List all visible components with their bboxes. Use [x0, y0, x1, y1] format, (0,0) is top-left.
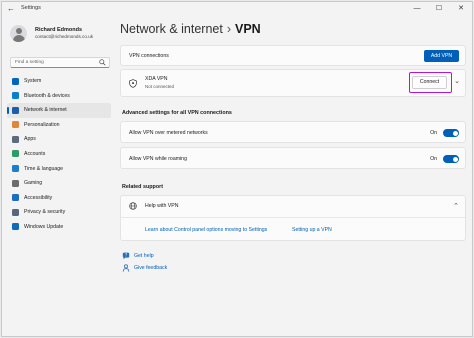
- feedback-icon: [122, 264, 130, 272]
- minimize-icon[interactable]: —: [412, 4, 422, 13]
- back-arrow-icon[interactable]: ←: [7, 4, 16, 13]
- user-email: contact@richedmonds.co.uk: [35, 34, 94, 39]
- breadcrumb-separator: ›: [226, 22, 231, 36]
- sidebar-item-label: System: [24, 78, 42, 84]
- toggle-knob: [452, 156, 458, 162]
- control-panel-link[interactable]: Learn about Control panel options moving…: [145, 227, 267, 233]
- sidebar-item-accessibility[interactable]: Accessibility: [7, 191, 111, 206]
- sidebar-item-personalization[interactable]: Personalization: [7, 118, 111, 133]
- roaming-label: Allow VPN while roaming: [129, 156, 187, 162]
- bluetooth-icon: [12, 92, 19, 100]
- update-icon: [12, 223, 19, 231]
- sidebar-item-privacy-security[interactable]: Privacy & security: [7, 205, 111, 220]
- sidebar-item-label: Privacy & security: [24, 209, 66, 216]
- app-title: Settings: [21, 5, 41, 11]
- monitor-icon: [12, 77, 19, 85]
- breadcrumb: Network & internet › VPN: [120, 22, 261, 36]
- related-support-heading: Related support: [122, 184, 164, 190]
- vpn-item-card[interactable]: XDA VPN Not connected Connect ⌄: [120, 69, 466, 97]
- sidebar-item-windows-update[interactable]: Windows Update: [7, 220, 111, 235]
- vpn-connections-card: VPN connections Add VPN: [120, 45, 466, 66]
- breadcrumb-parent[interactable]: Network & internet: [120, 22, 223, 36]
- avatar-head: [15, 28, 22, 34]
- globe-icon: [129, 202, 137, 210]
- sidebar-item-label: Gaming: [24, 180, 43, 187]
- setting-up-vpn-link[interactable]: Setting up a VPN: [292, 227, 332, 233]
- roaming-toggle[interactable]: [443, 155, 459, 163]
- accessibility-icon: [12, 194, 19, 202]
- roaming-toggle-state: On: [430, 156, 437, 162]
- maximize-icon[interactable]: ☐: [434, 4, 444, 13]
- chevron-up-icon[interactable]: ⌃: [453, 202, 459, 210]
- sidebar-item-system[interactable]: System: [7, 74, 111, 89]
- sidebar-item-label: Accounts: [24, 150, 46, 157]
- sidebar-item-label: Personalization: [24, 121, 60, 128]
- vpn-status: Not connected: [145, 84, 175, 89]
- sidebar-item-gaming[interactable]: Gaming: [7, 176, 111, 191]
- settings-window: ← Settings — ☐ ✕ Richard Edmonds contact…: [1, 1, 473, 337]
- shield-icon: [129, 79, 137, 88]
- search-input[interactable]: Find a setting: [10, 57, 110, 68]
- help-icon: ?: [122, 252, 130, 260]
- shield-icon: [12, 208, 19, 216]
- sidebar-item-label: Apps: [24, 136, 36, 143]
- sidebar-item-accounts[interactable]: Accounts: [7, 147, 111, 162]
- help-with-vpn-label[interactable]: Help with VPN: [145, 203, 178, 209]
- vpn-name: XDA VPN: [145, 76, 168, 82]
- sidebar-item-time-language[interactable]: Time & language: [7, 162, 111, 177]
- get-help-label: Get help: [134, 253, 154, 259]
- brush-icon: [12, 121, 19, 129]
- sidebar-item-bluetooth-devices[interactable]: Bluetooth & devices: [7, 89, 111, 104]
- divider: [121, 217, 465, 218]
- metered-toggle[interactable]: [443, 129, 459, 137]
- sidebar-item-label: Network & internet: [24, 107, 67, 114]
- advanced-settings-heading: Advanced settings for all VPN connection…: [122, 110, 232, 116]
- sidebar-item-label: Time & language: [24, 165, 64, 172]
- metered-label: Allow VPN over metered networks: [129, 130, 208, 136]
- search-placeholder: Find a setting: [15, 60, 44, 65]
- metered-toggle-state: On: [430, 130, 437, 136]
- help-card: Help with VPN ⌃ Learn about Control pane…: [120, 195, 466, 241]
- person-icon: [12, 150, 19, 158]
- wifi-icon: [12, 106, 19, 114]
- search-icon: [99, 59, 106, 66]
- sidebar-item-apps[interactable]: Apps: [7, 132, 111, 147]
- controller-icon: [12, 179, 19, 187]
- chevron-down-icon[interactable]: ⌄: [454, 77, 460, 85]
- sidebar-item-label: Accessibility: [24, 194, 53, 201]
- sidebar-item-label: Windows Update: [24, 223, 64, 230]
- add-vpn-button[interactable]: Add VPN: [424, 50, 459, 62]
- apps-icon: [12, 135, 19, 143]
- metered-setting-card: Allow VPN over metered networks On: [120, 121, 466, 143]
- svg-text:?: ?: [125, 252, 127, 257]
- toggle-knob: [452, 130, 458, 136]
- globe-clock-icon: [12, 165, 19, 173]
- title-bar: ← Settings — ☐ ✕: [2, 2, 472, 15]
- vpn-connections-label: VPN connections: [129, 53, 169, 59]
- page-title: VPN: [235, 22, 261, 36]
- avatar: [10, 25, 27, 42]
- sidebar-nav: System Bluetooth & devices Network & inter…: [7, 74, 111, 235]
- roaming-setting-card: Allow VPN while roaming On: [120, 147, 466, 169]
- close-icon[interactable]: ✕: [456, 4, 466, 13]
- give-feedback-label: Give feedback: [134, 265, 168, 271]
- connect-highlight-box: [409, 72, 452, 93]
- sidebar-item-network-internet[interactable]: Network & internet: [7, 103, 111, 118]
- avatar-body: [12, 35, 25, 42]
- sidebar-item-label: Bluetooth & devices: [24, 92, 70, 99]
- user-name: Richard Edmonds: [35, 27, 83, 33]
